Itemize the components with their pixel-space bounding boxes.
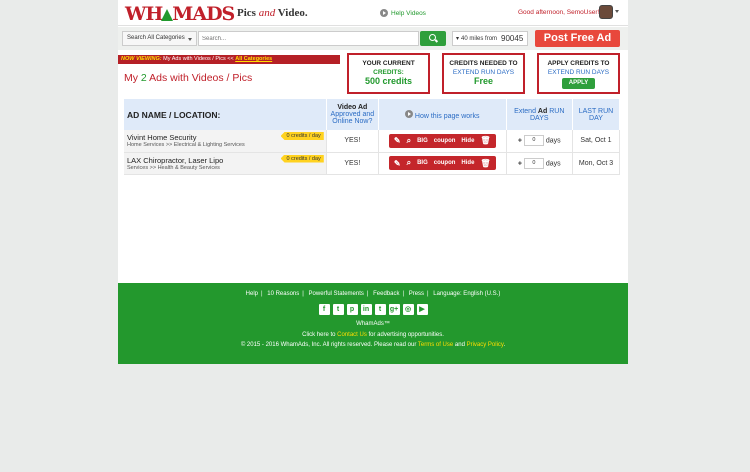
apply-credits-box: APPLY CREDITS TO EXTEND RUN DAYS APPLY	[537, 53, 620, 94]
action-bar: ✎ ⌕ BIG coupon Hide 🗑	[388, 156, 496, 170]
ad-name-cell[interactable]: Vivint Home Security Home Services >> El…	[124, 130, 327, 153]
current-credits-box: YOUR CURRENT CREDITS: 500 credits	[347, 53, 430, 94]
trash-icon[interactable]: 🗑	[480, 159, 490, 168]
col-video-approved: Video Ad Approved and Online Now?	[326, 99, 379, 130]
edit-icon[interactable]: ✎	[394, 136, 401, 145]
contact-us-link[interactable]: Contact Us	[337, 332, 367, 338]
footer-link-language[interactable]: Language: English (U.S.)	[433, 291, 500, 297]
play-icon	[380, 9, 388, 17]
credits-badge: 0 credits / day	[280, 154, 324, 163]
big-button[interactable]: BIG	[417, 160, 428, 166]
search-bar: Search All Categories ▾40 miles from9004…	[118, 27, 628, 50]
col-last-run-day: LAST RUN DAY	[572, 99, 621, 130]
chevron-down-icon: ▾	[456, 36, 460, 42]
footer-link-statements[interactable]: Powerful Statements	[309, 291, 364, 297]
col-ad-name: AD NAME / LOCATION:	[124, 99, 327, 130]
google-plus-icon[interactable]: g+	[388, 304, 400, 315]
big-button[interactable]: BIG	[417, 138, 428, 144]
category-select[interactable]: Search All Categories	[122, 31, 197, 46]
facebook-icon[interactable]: f	[318, 304, 330, 315]
footer-brand: WhamAds™	[356, 321, 390, 327]
plus-icon[interactable]: +	[518, 160, 522, 167]
all-categories-link[interactable]: All Categories	[235, 56, 272, 62]
last-run-day: Sat, Oct 1	[572, 130, 621, 153]
table-row: Vivint Home Security Home Services >> El…	[124, 130, 621, 153]
zip-code[interactable]: 90045	[501, 34, 523, 43]
post-free-ad-button[interactable]: Post Free Ad	[535, 30, 620, 47]
footer-link-reasons[interactable]: 10 Reasons	[267, 291, 299, 297]
action-bar: ✎ ⌕ BIG coupon Hide 🗑	[388, 133, 496, 148]
linkedin-icon[interactable]: in	[360, 304, 372, 315]
search-button[interactable]	[420, 31, 446, 46]
social-icons: f t p in t g+ ◎ ▶	[118, 304, 628, 315]
col-extend-days: Extend Ad RUN DAYS	[506, 99, 573, 130]
copyright: © 2015 - 2016 WhamAds, Inc. All rights r…	[240, 342, 506, 348]
youtube-icon[interactable]: ▶	[416, 304, 428, 315]
approved-status: YES!	[326, 130, 379, 153]
privacy-link[interactable]: Privacy Policy	[467, 342, 504, 348]
extend-days-cell: + 0 days	[506, 130, 573, 153]
terms-link[interactable]: Terms of Use	[418, 342, 453, 348]
plus-icon[interactable]: +	[518, 138, 522, 145]
credits-value: 500 credits	[364, 76, 413, 86]
now-viewing-bar: NOW VIEWING: My Ads with Videos / Pics <…	[118, 55, 340, 64]
actions-cell: ✎ ⌕ BIG coupon Hide 🗑	[378, 130, 507, 153]
chevron-down-icon	[188, 38, 192, 41]
footer-links: Help | 10 Reasons | Powerful Statements | F…	[245, 291, 501, 297]
avatar[interactable]	[599, 5, 613, 19]
instagram-icon[interactable]: ◎	[402, 304, 414, 315]
search-input[interactable]	[198, 31, 419, 46]
user-greeting[interactable]: Good afternoon, SemoUser!	[518, 9, 599, 16]
ad-name-cell[interactable]: LAX Chiropractor, Laser Lipo Services >>…	[124, 152, 327, 175]
ads-table: AD NAME / LOCATION: Video Ad Approved and…	[124, 99, 621, 175]
twitter-icon[interactable]: t	[332, 304, 344, 315]
apply-button[interactable]: APPLY	[561, 78, 596, 89]
footer-link-press[interactable]: Press	[409, 291, 424, 297]
tumblr-icon[interactable]: t	[374, 304, 386, 315]
search-icon	[429, 34, 436, 41]
how-page-works-link[interactable]: How this page works	[378, 99, 507, 130]
trash-icon[interactable]: 🗑	[480, 136, 490, 145]
edit-icon[interactable]: ✎	[394, 159, 401, 168]
footer-link-feedback[interactable]: Feedback	[373, 291, 399, 297]
coupon-button[interactable]: coupon	[434, 138, 456, 144]
footer: Help | 10 Reasons | Powerful Statements | F…	[118, 283, 628, 364]
pinterest-icon[interactable]: p	[346, 304, 358, 315]
extend-days-cell: + 0 days	[506, 152, 573, 175]
contact-text: Click here to Contact Us for advertising…	[302, 332, 444, 338]
days-stepper[interactable]: 0	[523, 135, 544, 147]
logo[interactable]: WH MADS	[125, 3, 235, 25]
page-title: My 2 Ads with Videos / Pics	[124, 72, 253, 84]
table-row: LAX Chiropractor, Laser Lipo Services >>…	[124, 152, 621, 175]
chevron-down-icon[interactable]	[615, 10, 619, 13]
approved-status: YES!	[326, 152, 379, 175]
header: WH MADS Pics and Video. Help Videos Good …	[118, 0, 628, 26]
page-container: WH MADS Pics and Video. Help Videos Good …	[118, 0, 628, 364]
days-stepper[interactable]: 0	[523, 157, 544, 169]
hide-button[interactable]: Hide	[461, 160, 474, 166]
last-run-day: Mon, Oct 3	[572, 152, 621, 175]
preview-icon[interactable]: ⌕	[407, 158, 411, 168]
credits-badge: 0 credits / day	[280, 132, 324, 140]
hide-button[interactable]: Hide	[461, 138, 474, 144]
help-videos-link[interactable]: Help Videos	[380, 9, 426, 17]
footer-link-help[interactable]: Help	[246, 291, 258, 297]
preview-icon[interactable]: ⌕	[407, 136, 411, 146]
credits-needed-box: CREDITS NEEDED TO EXTEND RUN DAYS Free	[442, 53, 525, 94]
play-icon	[404, 109, 413, 118]
tagline: Pics and Video.	[237, 7, 308, 19]
coupon-button[interactable]: coupon	[434, 160, 456, 166]
distance-select[interactable]: ▾ 40 miles from 90045	[452, 31, 528, 46]
actions-cell: ✎ ⌕ BIG coupon Hide 🗑	[378, 152, 507, 175]
credits-needed-value: Free	[473, 76, 493, 86]
